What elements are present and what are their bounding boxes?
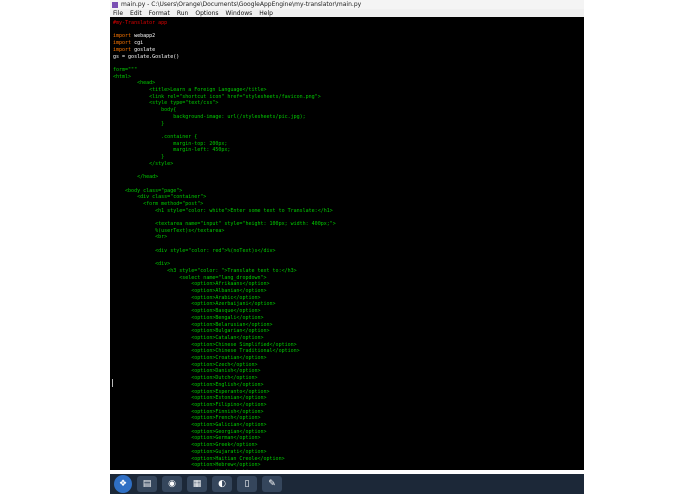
- code-line: background-image: url(/stylesheets/pic.j…: [113, 113, 306, 120]
- code-token: goslate: [131, 46, 156, 53]
- chrome-icon[interactable]: ◉: [162, 476, 182, 492]
- code-line: <select name="lang_dropdown">: [113, 274, 267, 281]
- code-line: <div>: [113, 261, 171, 268]
- code-line: }: [113, 154, 165, 160]
- code-line: </head>: [113, 174, 159, 181]
- code-line: .container {: [113, 133, 198, 140]
- code-line: <option>Dutch</option>: [113, 375, 258, 382]
- code-line: <option>Galician</option>: [113, 422, 267, 428]
- code-line: <option>Georgian</option>: [113, 428, 267, 435]
- keyword-token: import: [113, 33, 132, 40]
- code-line: }: [113, 120, 165, 127]
- code-line: <option>English</option>: [113, 381, 264, 388]
- code-line: <option>Belarusian</option>: [113, 321, 273, 328]
- code-line: import cgi: [113, 40, 143, 47]
- code-line: <div style="color: red">%(noText)s</div>: [113, 247, 276, 254]
- code-line: <h3 style="color: ">Translate text to:</…: [113, 267, 297, 274]
- code-line: <br>: [113, 234, 168, 241]
- code-line: <option>Basque</option>: [113, 308, 261, 315]
- code-line: <option>Czech</option>: [113, 361, 258, 368]
- code-line: <option>Croatian</option>: [113, 355, 267, 361]
- code-editor[interactable]: #my-Translator app import webapp2 import c…: [110, 17, 584, 470]
- code-line: <textarea name="input" style="height: 10…: [113, 221, 336, 227]
- menu-bar: File Edit Format Run Options Windows Hel…: [110, 9, 584, 17]
- code-line: <form method="post">: [113, 200, 204, 207]
- code-line: <h1 style="color: white">Enter some text…: [113, 207, 333, 214]
- code-line: gs = goslate.Goslate(): [113, 53, 180, 60]
- code-line: <option>Estonian</option>: [113, 395, 267, 402]
- code-line: <option>Greek</option>: [113, 442, 258, 449]
- explorer-icon[interactable]: ▦: [187, 476, 207, 492]
- code-line: <option>Azerbaijani</option>: [113, 301, 276, 308]
- menu-windows[interactable]: Windows: [226, 10, 253, 17]
- code-line: <title>Learn a Foreign Language</title>: [113, 87, 267, 93]
- title-bar[interactable]: main.py - C:\Users\Orange\Documents\Goog…: [110, 0, 584, 9]
- code-line: <option>German</option>: [113, 435, 261, 442]
- code-token: cgi: [131, 40, 144, 47]
- code-line: <option>Arabic</option>: [113, 294, 261, 301]
- code-line: import goslate: [113, 47, 155, 54]
- code-line: <option>Danish</option>: [113, 368, 261, 375]
- menu-run[interactable]: Run: [177, 10, 189, 17]
- code-line: <option>Afrikaans</option>: [113, 281, 270, 288]
- code-line: <option>Hindi</option>: [113, 469, 257, 470]
- code-line: <option>Filipino</option>: [113, 401, 267, 408]
- start-orb-icon[interactable]: ❖: [114, 475, 132, 493]
- menu-options[interactable]: Options: [195, 10, 218, 17]
- code-line: <option>Haitian Creole</option>: [113, 455, 285, 462]
- code-line: <div class="container">: [113, 194, 207, 201]
- idle-icon[interactable]: ◐: [212, 476, 232, 492]
- code-line: <option>Chinese Simplified</option>: [113, 341, 297, 348]
- code-line: <head>: [113, 80, 156, 87]
- code-line: body{: [113, 107, 177, 114]
- code-line: <body class="page">: [113, 187, 183, 194]
- code-token: webapp2: [131, 33, 156, 40]
- code-line: #my-Translator app: [113, 20, 168, 26]
- code-line: </style>: [113, 160, 174, 167]
- code-line: <option>Bengali</option>: [113, 314, 264, 321]
- python-shell-icon[interactable]: ✎: [262, 476, 282, 492]
- menu-edit[interactable]: Edit: [130, 10, 142, 17]
- code-line: <option>Gujarati</option>: [113, 448, 267, 455]
- taskbar: ❖ ▤ ◉ ▦ ◐ ▯ ✎: [110, 474, 584, 494]
- code-line: <html>: [113, 73, 132, 80]
- idle-app-icon: [112, 1, 118, 8]
- code-line: import webapp2: [113, 33, 155, 40]
- code-line: margin-left: 450px;: [113, 147, 231, 154]
- code-line: <option>Bulgarian</option>: [113, 328, 270, 335]
- code-line: <option>Finnish</option>: [113, 408, 264, 415]
- keyword-token: import: [113, 40, 132, 47]
- code-line: <option>Hebrew</option>: [113, 462, 261, 469]
- keyword-token: import: [113, 46, 132, 53]
- code-line: <option>French</option>: [113, 415, 261, 422]
- code-line: <option>Chinese Traditional</option>: [113, 348, 300, 355]
- code-line: <option>Esperanto</option>: [113, 388, 270, 395]
- window-title: main.py - C:\Users\Orange\Documents\Goog…: [121, 1, 362, 8]
- code-line: <style type="text/css">: [113, 100, 219, 107]
- menu-help[interactable]: Help: [259, 10, 273, 17]
- menu-format[interactable]: Format: [149, 10, 170, 17]
- code-line: form=""": [113, 66, 138, 73]
- code-line: <link rel="shortcut icon" href="styleshe…: [113, 93, 321, 100]
- code-line: margin-top: 200px;: [113, 140, 228, 147]
- idle-editor-window: main.py - C:\Users\Orange\Documents\Goog…: [110, 0, 584, 470]
- code-line: <option>Albanian</option>: [113, 288, 267, 294]
- code-line: %(userText)s</textarea>: [113, 227, 225, 234]
- menu-file[interactable]: File: [113, 10, 123, 17]
- libraries-icon[interactable]: ▤: [137, 476, 157, 492]
- code-line: <option>Catalan</option>: [113, 334, 264, 341]
- document-icon[interactable]: ▯: [237, 476, 257, 492]
